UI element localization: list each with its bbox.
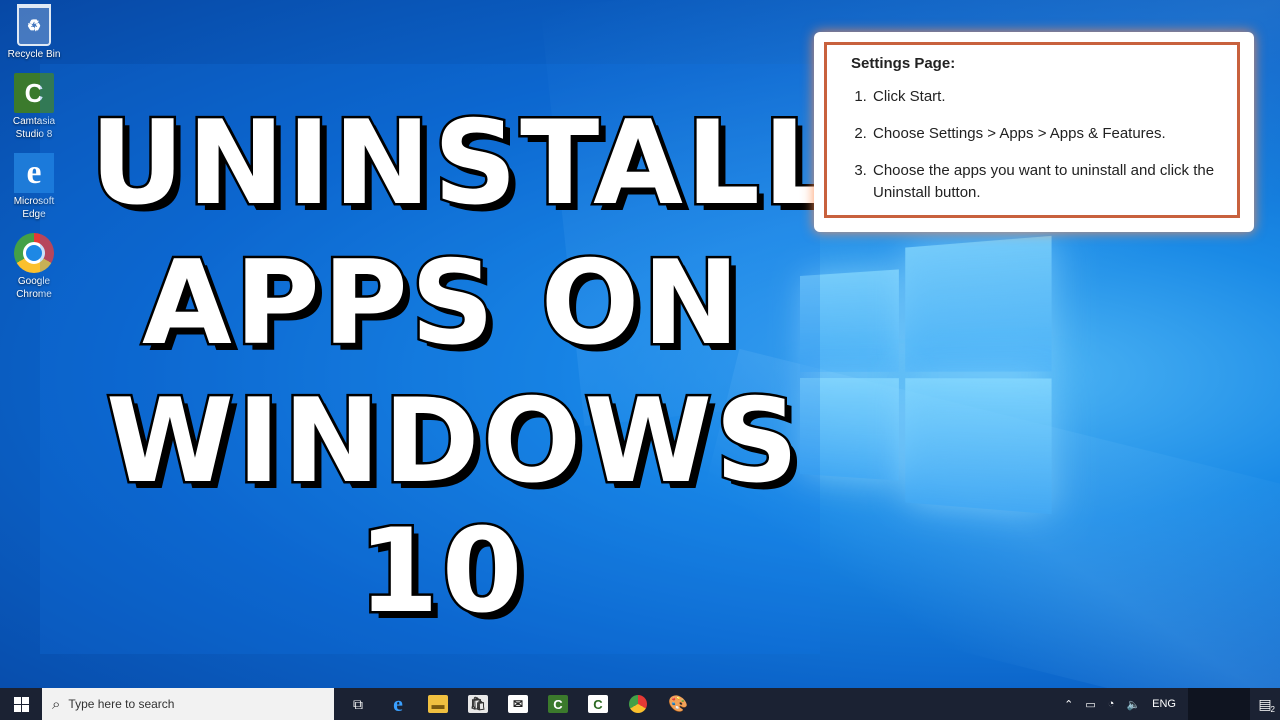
notifications-button[interactable]: ▤ 2 [1250,688,1280,720]
instructions-title: Settings Page: [851,55,956,72]
edge-icon[interactable]: e [378,688,418,720]
windows-start-icon [13,696,29,712]
search-placeholder: Type here to search [68,697,175,711]
desktop-icon-recycle-bin[interactable]: ♻ Recycle Bin [4,4,64,61]
instruction-step: Click Start. [871,86,1221,108]
taskbar-search-box[interactable]: ⌕ Type here to search [42,688,334,720]
headline-line-2: APPS ON [139,236,743,371]
network-icon[interactable]: ◔ [1108,698,1115,710]
instructions-frame: Settings Page: Click Start. Choose Setti… [824,42,1240,218]
language-indicator[interactable]: ENG [1152,698,1176,710]
recycle-bin-icon: ♻ [17,4,51,46]
file-explorer-icon[interactable]: ▬ [418,688,458,720]
task-view-icon[interactable]: ⧉ [338,688,378,720]
store-icon[interactable]: 🛍 [458,688,498,720]
camtasia-recorder-icon[interactable]: C [578,688,618,720]
desktop: ♻ Recycle Bin C Camtasia Studio 8 e Micr… [0,0,1280,720]
headline-line-4: 10 [355,504,526,639]
instructions-card: Settings Page: Click Start. Choose Setti… [814,32,1254,232]
headline-line-1: UNINSTALL [88,96,840,231]
instruction-step: Choose Settings > Apps > Apps & Features… [871,123,1221,145]
paint-icon[interactable]: 🎨 [658,688,698,720]
chrome-icon[interactable] [618,688,658,720]
logo-pane-top-right [905,235,1052,372]
mail-icon[interactable]: ✉ [498,688,538,720]
system-tray: ⌃ ▭ ◔ 🔈 ENG ▤ 2 [1058,688,1280,720]
taskbar-apps: ⧉ e ▬ 🛍 ✉ C C 🎨 [338,688,698,720]
windows-logo-wallpaper [800,235,1052,515]
camtasia-icon[interactable]: C [538,688,578,720]
battery-icon[interactable]: ▭ [1085,698,1095,711]
headline-line-3: WINDOWS [104,374,802,509]
taskbar: ⌕ Type here to search ⧉ e ▬ 🛍 ✉ C C 🎨 ⌃ … [0,688,1280,720]
clock-area[interactable] [1188,688,1250,720]
volume-icon[interactable]: 🔈 [1126,698,1140,711]
start-button[interactable] [0,688,42,720]
search-icon: ⌕ [52,695,61,713]
chevron-up-icon[interactable]: ⌃ [1064,698,1073,711]
notification-count: 2 [1270,705,1275,714]
logo-pane-bottom-right [905,378,1052,515]
instructions-steps: Click Start. Choose Settings > Apps > Ap… [843,86,1221,204]
desktop-icon-label: Recycle Bin [7,49,61,60]
headline-overlay: UNINSTALL APPS ON WINDOWS 10 [40,64,839,654]
instruction-step: Choose the apps you want to uninstall an… [871,160,1221,204]
